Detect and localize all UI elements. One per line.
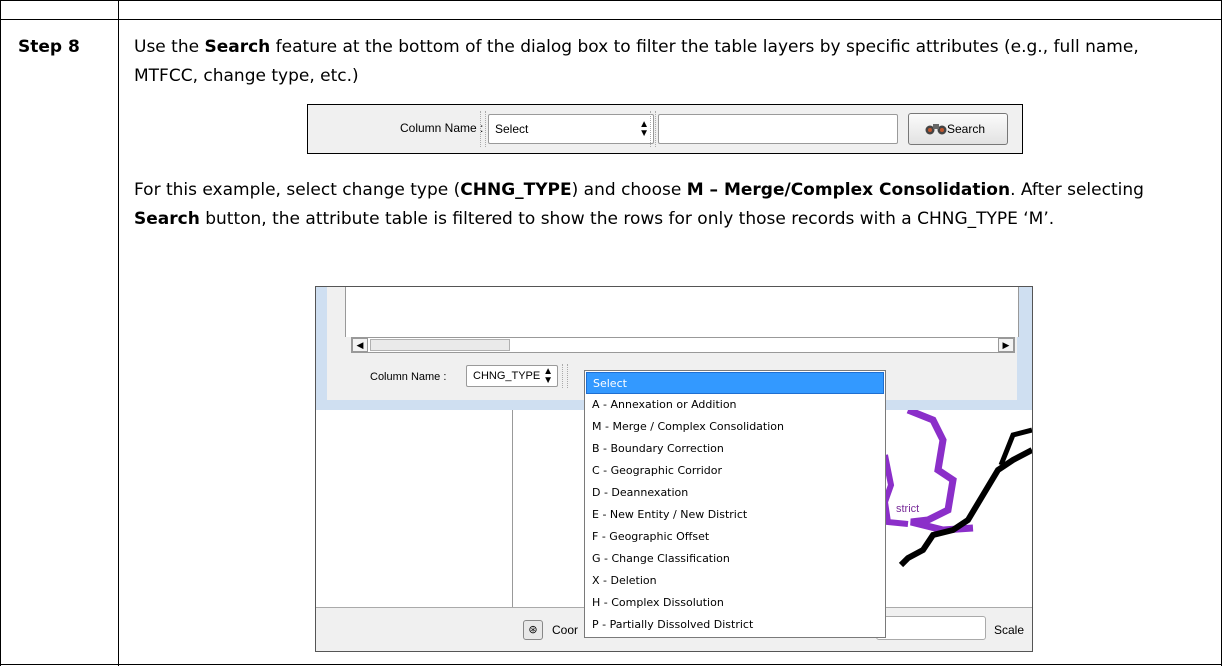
attribute-table-area (345, 287, 1019, 337)
layers-panel (316, 410, 513, 607)
dropdown-option[interactable]: X - Deletion (586, 570, 884, 592)
search-button[interactable]: Search (908, 113, 1008, 145)
dropdown-option[interactable]: H - Complex Dissolution (586, 592, 884, 614)
column-name-label: Column Name : (400, 121, 484, 135)
horizontal-scrollbar[interactable]: ◀ ▶ (351, 337, 1015, 353)
search-bar-screenshot: Column Name : Select ▲ ▼ Search (307, 104, 1023, 154)
splitter-grip[interactable] (480, 111, 486, 147)
coordinate-toggle-icon[interactable]: ⊛ (523, 620, 543, 640)
district-label: strict (896, 503, 920, 515)
table-right-border (1221, 0, 1222, 666)
column-name-label: Column Name : (370, 371, 447, 383)
dropdown-option[interactable]: E - New Entity / New District (586, 504, 884, 526)
column-select[interactable]: Select ▲ ▼ (488, 114, 654, 144)
instruction-paragraph-2: For this example, select change type (CH… (134, 180, 1144, 229)
scroll-right-icon[interactable]: ▶ (998, 338, 1014, 352)
dropdown-option[interactable]: C - Geographic Corridor (586, 460, 884, 482)
splitter-grip[interactable] (650, 111, 656, 147)
dropdown-option[interactable]: Select (586, 372, 884, 394)
column-select-value: Select (495, 122, 529, 136)
change-type-dropdown[interactable]: Select A - Annexation or Addition M - Merg… (584, 370, 886, 638)
dropdown-option[interactable]: A - Annexation or Addition (586, 394, 884, 416)
dropdown-option[interactable]: D - Deannexation (586, 482, 884, 504)
scale-label: Scale (994, 623, 1025, 637)
attribute-dialog-screenshot: ◀ ▶ Column Name : CHNG_TYPE ▲ ▼ strict ⊛ … (315, 286, 1033, 652)
spin-arrows-icon: ▲ ▼ (543, 366, 553, 386)
dropdown-option[interactable]: G - Change Classification (586, 548, 884, 570)
dropdown-option[interactable]: M - Merge / Complex Consolidation (586, 416, 884, 438)
scroll-thumb[interactable] (370, 339, 510, 351)
table-left-border (0, 0, 1, 666)
binoculars-icon (925, 124, 947, 135)
dropdown-option[interactable]: P - Partially Dissolved District (586, 614, 884, 636)
column-select-value: CHNG_TYPE (473, 370, 541, 382)
scroll-left-icon[interactable]: ◀ (352, 338, 368, 352)
step-label: Step 8 (18, 37, 80, 57)
dropdown-option[interactable]: F - Geographic Offset (586, 526, 884, 548)
dropdown-option[interactable]: B - Boundary Correction (586, 438, 884, 460)
column-select[interactable]: CHNG_TYPE ▲ ▼ (466, 365, 558, 387)
row-divider (0, 19, 1222, 20)
search-button-label: Search (947, 122, 986, 136)
coordinate-field[interactable] (876, 616, 986, 640)
table-top-border (0, 0, 1222, 1)
table-bottom-border (0, 664, 1222, 665)
splitter-grip[interactable] (562, 364, 568, 388)
instruction-paragraph-1: Use the Search feature at the bottom of … (134, 37, 1139, 86)
search-input[interactable] (658, 114, 898, 144)
column-divider (118, 0, 119, 666)
coordinate-label: Coor (552, 623, 579, 637)
spin-arrows-icon: ▲ ▼ (639, 119, 649, 139)
